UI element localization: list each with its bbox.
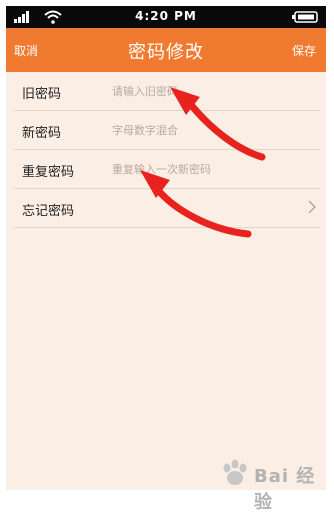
status-time: 4:20 PM: [135, 9, 197, 23]
forgot-password-row[interactable]: 忘记密码: [14, 189, 320, 228]
phone-screen: 4:20 PM 取消 密码修改 保存 旧密码 新密码 重复密码 忘记密码: [6, 6, 326, 490]
new-password-row: 新密码: [14, 111, 320, 150]
new-password-label: 新密码: [22, 126, 62, 141]
baidu-watermark: Bai 经验: [218, 456, 328, 513]
watermark-text: Bai 经验: [254, 466, 316, 513]
repeat-password-label: 重复密码: [22, 165, 75, 180]
forgot-password-label: 忘记密码: [22, 204, 75, 219]
baidu-paw-icon: [223, 459, 247, 485]
page-title: 密码修改: [128, 42, 204, 63]
old-password-label: 旧密码: [22, 87, 62, 102]
old-password-input[interactable]: [112, 78, 312, 104]
new-password-input[interactable]: [112, 117, 312, 143]
nav-bar: 取消 密码修改 保存: [6, 28, 326, 72]
repeat-password-input[interactable]: [112, 156, 312, 182]
status-bar: 4:20 PM: [6, 6, 326, 28]
old-password-row: 旧密码: [14, 72, 320, 111]
repeat-password-row: 重复密码: [14, 150, 320, 189]
password-form: 旧密码 新密码 重复密码 忘记密码: [14, 72, 320, 228]
save-button[interactable]: 保存: [292, 42, 316, 59]
chevron-right-icon: [308, 200, 316, 214]
battery-icon: [292, 11, 318, 23]
